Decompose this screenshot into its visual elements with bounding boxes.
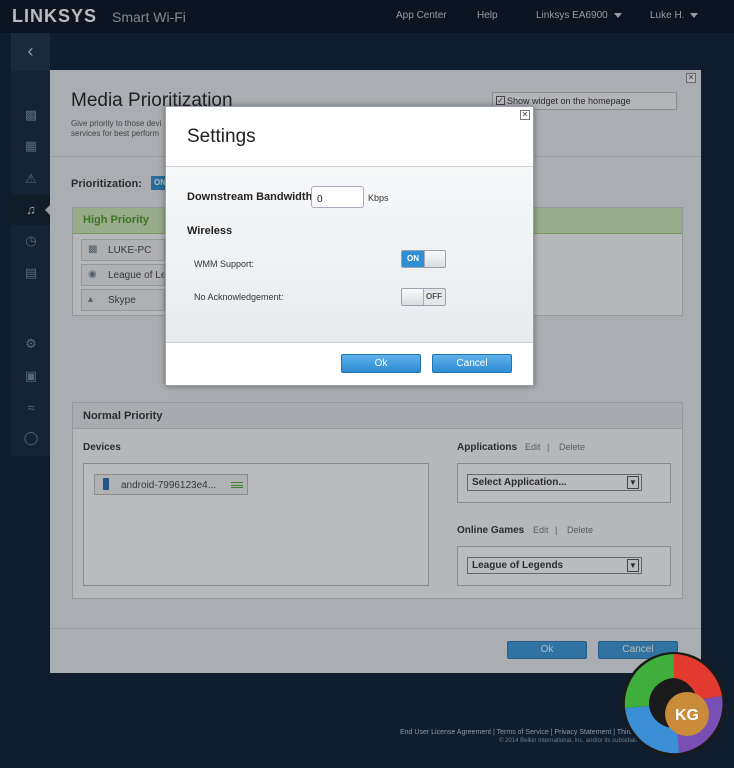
toggle-off-text: OFF <box>426 292 442 301</box>
no-acknowledgement-label: No Acknowledgement: <box>194 292 284 302</box>
no-acknowledgement-toggle[interactable]: OFF <box>401 288 446 306</box>
settings-dialog: ✕ Settings Downstream Bandwidth Kbps Wir… <box>165 106 534 386</box>
settings-title: Settings <box>187 126 256 147</box>
toggle-on-text: ON <box>402 251 424 267</box>
close-icon[interactable]: ✕ <box>520 110 530 120</box>
settings-dialog-header: ✕ Settings <box>166 107 533 167</box>
settings-dialog-footer: Ok Cancel <box>166 342 533 385</box>
toggle-knob[interactable] <box>424 251 445 267</box>
watermark-text: KG <box>675 707 699 724</box>
kg-watermark-logo: KG <box>622 652 726 756</box>
ok-button[interactable]: Ok <box>341 354 421 373</box>
wmm-support-toggle[interactable]: ON <box>401 250 446 268</box>
wmm-support-label: WMM Support: <box>194 259 255 269</box>
wireless-section-label: Wireless <box>187 225 233 237</box>
downstream-bandwidth-label: Downstream Bandwidth <box>187 191 313 203</box>
cancel-button[interactable]: Cancel <box>432 354 512 373</box>
downstream-bandwidth-input[interactable] <box>311 186 364 208</box>
bandwidth-unit: Kbps <box>368 193 389 203</box>
toggle-knob[interactable] <box>402 289 424 305</box>
